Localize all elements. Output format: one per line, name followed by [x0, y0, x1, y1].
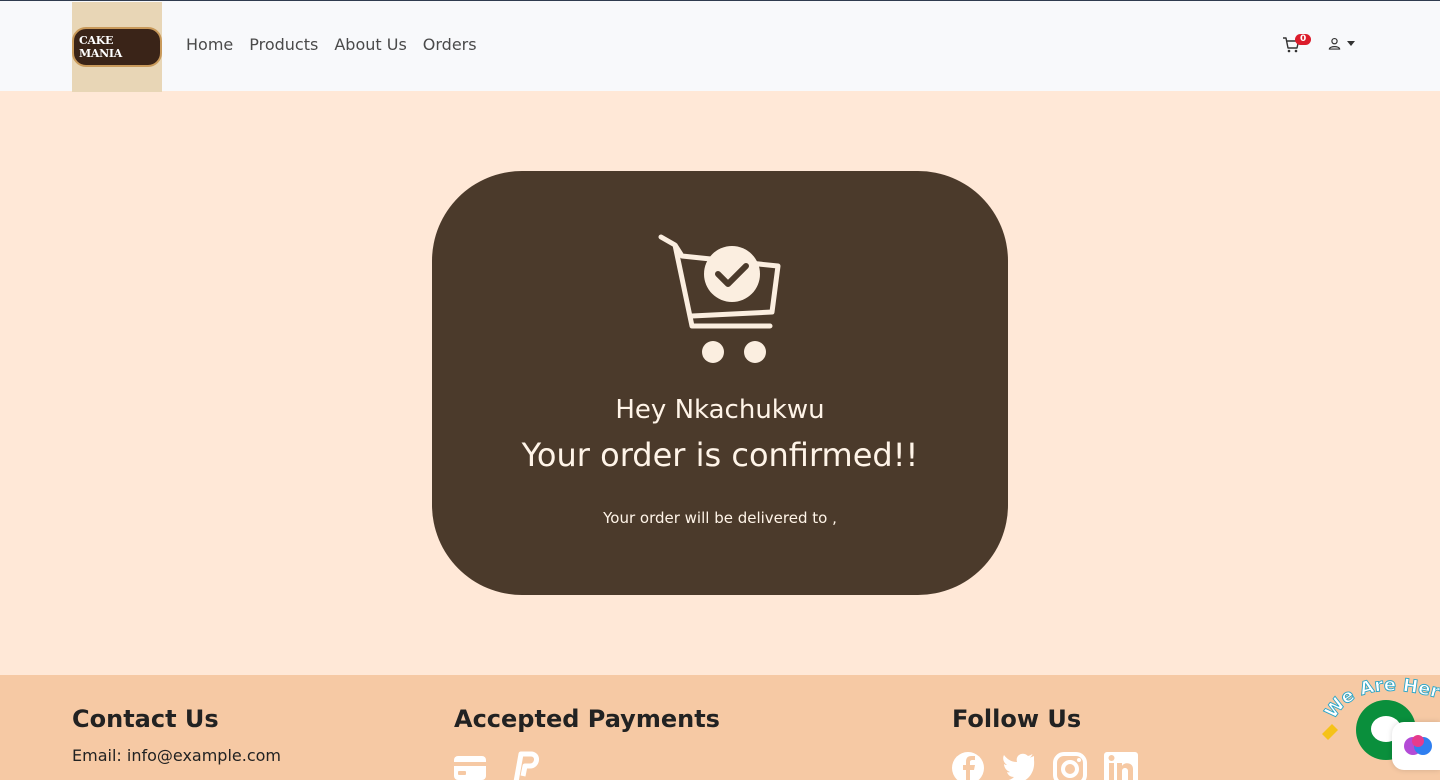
facebook-icon[interactable] — [952, 750, 986, 780]
navbar: CAKE MANIA Home Products About Us Orders — [0, 0, 1440, 92]
credit-card-icon — [454, 756, 486, 780]
ai-assistant-button[interactable] — [1392, 722, 1440, 770]
contact-us-heading: Contact Us — [72, 705, 219, 733]
delivery-address-text: Your order will be delivered to , — [603, 509, 837, 527]
wave-hand-icon — [1322, 724, 1338, 740]
user-icon — [1328, 37, 1341, 50]
cart-check-icon — [658, 234, 781, 363]
follow-us-heading: Follow Us — [952, 705, 1082, 733]
cart-count-badge: 0 — [1295, 34, 1312, 45]
brain-icon — [1404, 735, 1432, 755]
payments-heading: Accepted Payments — [454, 705, 720, 733]
brand-logo-text: CAKE MANIA — [72, 27, 162, 67]
chevron-down-icon — [1347, 41, 1355, 46]
brand-logo[interactable]: CAKE MANIA — [72, 2, 162, 92]
nav-link-home[interactable]: Home — [186, 35, 233, 54]
paypal-icon — [513, 751, 539, 780]
twitter-icon[interactable] — [1002, 750, 1036, 780]
order-confirmed-heading: Your order is confirmed!! — [521, 436, 919, 474]
instagram-icon[interactable] — [1053, 750, 1087, 780]
contact-email[interactable]: Email: info@example.com — [72, 746, 281, 765]
nav-link-about-us[interactable]: About Us — [334, 35, 406, 54]
nav-link-orders[interactable]: Orders — [423, 35, 477, 54]
nav-link-products[interactable]: Products — [249, 35, 318, 54]
linkedin-icon[interactable] — [1104, 750, 1138, 780]
main-nav: Home Products About Us Orders — [186, 35, 477, 54]
order-greeting: Hey Nkachukwu — [615, 395, 825, 425]
user-menu-button[interactable] — [1328, 37, 1355, 50]
